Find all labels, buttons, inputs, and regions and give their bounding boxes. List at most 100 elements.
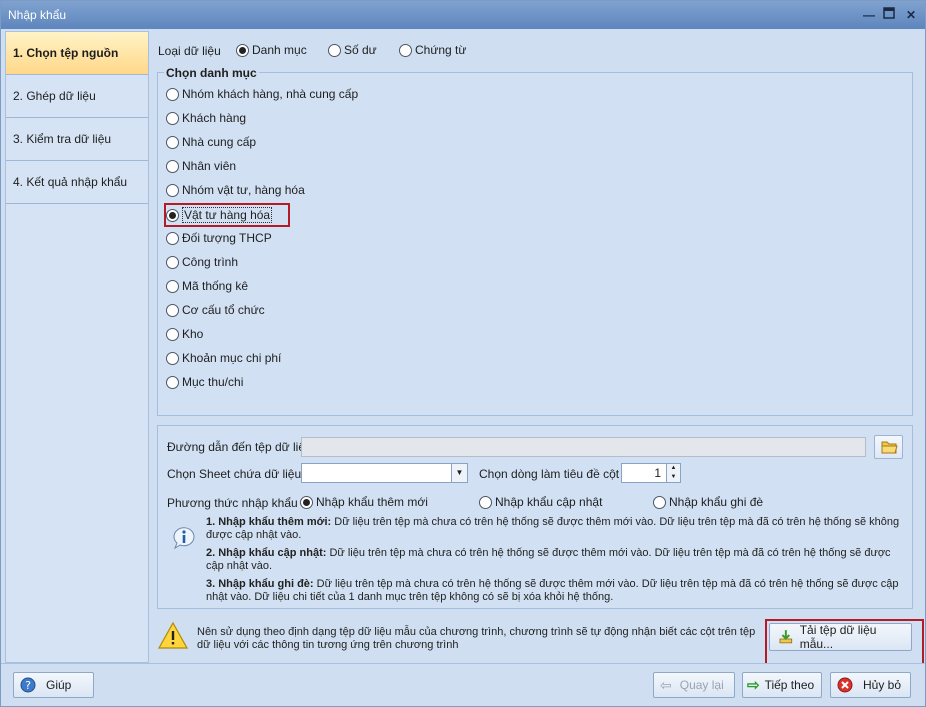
radio-label: Cơ cấu tổ chức	[182, 303, 265, 317]
radio-dot	[300, 495, 313, 509]
radio-label: Mã thống kê	[182, 279, 249, 293]
catalog-option[interactable]: Khách hàng	[166, 111, 246, 125]
file-path-input[interactable]	[301, 437, 866, 457]
radio-dot	[166, 255, 179, 269]
data-type-catalog-radio[interactable]: Danh mục	[236, 43, 307, 57]
radio-label: Nhân viên	[182, 159, 237, 173]
note-title: 3. Nhập khẩu ghi đè:	[206, 578, 314, 590]
arrow-left-icon: ⇦	[660, 676, 672, 693]
catalog-option[interactable]: Khoản mục chi phí	[166, 351, 281, 365]
radio-dot	[236, 43, 249, 57]
maximize-icon[interactable]	[881, 7, 897, 23]
catalog-option[interactable]: Nhà cung cấp	[166, 135, 256, 149]
header-row-stepper[interactable]: 1 ▲ ▼	[621, 463, 681, 483]
back-button[interactable]: ⇦ Quay lại	[653, 672, 735, 698]
radio-dot	[166, 375, 179, 389]
cancel-label: Hủy bỏ	[863, 678, 902, 692]
next-button[interactable]: ⇨ Tiếp theo	[742, 672, 822, 698]
catalog-option[interactable]: Đối tượng THCP	[166, 231, 272, 245]
radio-label: Mục thu/chi	[182, 375, 244, 389]
step-check-data[interactable]: 3. Kiểm tra dữ liệu	[6, 118, 148, 161]
file-path-label: Đường dẫn đến tệp dữ liệu	[167, 440, 312, 454]
header-row-label: Chọn dòng làm tiêu đề cột	[479, 467, 620, 481]
help-icon: ?	[20, 677, 36, 693]
radio-dot	[479, 495, 492, 509]
radio-dot	[328, 43, 341, 57]
step-label: 4. Kết quả nhập khẩu	[13, 175, 128, 189]
catalog-group-title: Chọn danh mục	[164, 66, 259, 80]
sheet-label: Chọn Sheet chứa dữ liệu	[167, 467, 302, 481]
radio-label: Công trình	[182, 255, 239, 269]
radio-label: Kho	[182, 327, 204, 341]
window-title: Nhập khẩu	[8, 8, 67, 22]
step-map-data[interactable]: 2. Ghép dữ liệu	[6, 75, 148, 118]
title-bar[interactable]: Nhập khẩu — ✕	[1, 1, 925, 29]
step-label: 2. Ghép dữ liệu	[13, 89, 96, 103]
download-highlight	[765, 619, 924, 667]
cancel-button[interactable]: Hủy bỏ	[830, 672, 911, 698]
step-import-result[interactable]: 4. Kết quả nhập khẩu	[6, 161, 148, 204]
note-title: 1. Nhập khẩu thêm mới:	[206, 516, 332, 528]
svg-text:?: ?	[25, 679, 31, 692]
data-type-voucher-radio[interactable]: Chứng từ	[399, 43, 466, 57]
radio-label: Danh mục	[252, 43, 307, 57]
next-label: Tiếp theo	[764, 678, 815, 692]
dialog-footer: ? Giúp ⇦ Quay lại ⇨ Tiếp theo Hủy bỏ	[1, 663, 925, 706]
radio-dot	[166, 111, 179, 125]
radio-label: Đối tượng THCP	[182, 231, 272, 245]
radio-label: Nhà cung cấp	[182, 135, 257, 149]
step-choose-source[interactable]: 1. Chọn tệp nguồn	[6, 32, 148, 75]
radio-label: Nhập khẩu thêm mới	[316, 495, 428, 509]
radio-dot	[166, 327, 179, 341]
radio-dot	[166, 159, 179, 173]
arrow-right-icon: ⇨	[747, 677, 760, 694]
radio-label: Khách hàng	[182, 111, 247, 125]
import-method-update-radio[interactable]: Nhập khẩu cập nhật	[479, 495, 602, 509]
info-icon	[173, 527, 195, 550]
help-button[interactable]: ? Giúp	[13, 672, 94, 698]
step-label: 3. Kiểm tra dữ liệu	[13, 132, 112, 146]
import-method-new-radio[interactable]: Nhập khẩu thêm mới	[300, 495, 428, 509]
minimize-icon[interactable]: —	[861, 7, 877, 23]
back-label: Quay lại	[679, 678, 724, 692]
spin-arrows-icon[interactable]: ▲ ▼	[666, 464, 680, 482]
help-label: Giúp	[46, 678, 72, 692]
data-type-label: Loại dữ liệu	[158, 44, 221, 58]
catalog-option[interactable]: Công trình	[166, 255, 238, 269]
radio-label: Nhập khẩu ghi đè	[669, 495, 764, 509]
radio-label: Nhóm vật tư, hàng hóa	[182, 183, 305, 197]
radio-dot	[166, 183, 179, 197]
radio-label: Khoản mục chi phí	[182, 351, 282, 365]
catalog-group: Chọn danh mục Nhóm khách hàng, nhà cung …	[157, 66, 913, 416]
radio-label: Nhóm khách hàng, nhà cung cấp	[182, 87, 359, 101]
import-note-update: 2. Nhập khẩu cập nhật: Dữ liệu trên tệp …	[206, 547, 906, 573]
catalog-option[interactable]: Kho	[166, 327, 203, 341]
catalog-option[interactable]: Nhóm khách hàng, nhà cung cấp	[166, 87, 358, 101]
catalog-option[interactable]: Mã thống kê	[166, 279, 248, 293]
catalog-option[interactable]: Cơ cấu tổ chức	[166, 303, 265, 317]
data-type-balance-radio[interactable]: Số dư	[328, 43, 377, 57]
wizard-steps: 1. Chọn tệp nguồn 2. Ghép dữ liệu 3. Kiể…	[5, 31, 149, 663]
import-note-new: 1. Nhập khẩu thêm mới: Dữ liệu trên tệp …	[206, 516, 906, 542]
file-settings-panel: Đường dẫn đến tệp dữ liệu Chọn Sheet chứ…	[157, 425, 913, 609]
chevron-down-icon[interactable]: ▼	[451, 464, 467, 482]
warning-text: Nên sử dụng theo định dạng tệp dữ liệu m…	[197, 626, 756, 651]
import-note-overwrite: 3. Nhập khẩu ghi đè: Dữ liệu trên tệp mà…	[206, 578, 906, 604]
radio-dot	[166, 87, 179, 101]
cancel-icon	[837, 677, 853, 693]
browse-button[interactable]	[874, 435, 903, 459]
catalog-option[interactable]: Nhóm vật tư, hàng hóa	[166, 183, 305, 197]
close-icon[interactable]: ✕	[903, 7, 919, 23]
warning-icon	[157, 621, 189, 649]
import-method-overwrite-radio[interactable]: Nhập khẩu ghi đè	[653, 495, 763, 509]
radio-dot	[166, 135, 179, 149]
radio-dot	[166, 231, 179, 245]
radio-dot	[166, 279, 179, 293]
step-label: 1. Chọn tệp nguồn	[13, 46, 119, 60]
catalog-option[interactable]: Mục thu/chi	[166, 375, 243, 389]
sheet-select[interactable]: ▼	[301, 463, 468, 483]
main-panel: Loại dữ liệu Danh mục Số dư Chứng từ Chọ…	[149, 31, 924, 667]
catalog-option[interactable]: Nhân viên	[166, 159, 236, 173]
radio-dot	[166, 351, 179, 365]
radio-dot	[653, 495, 666, 509]
